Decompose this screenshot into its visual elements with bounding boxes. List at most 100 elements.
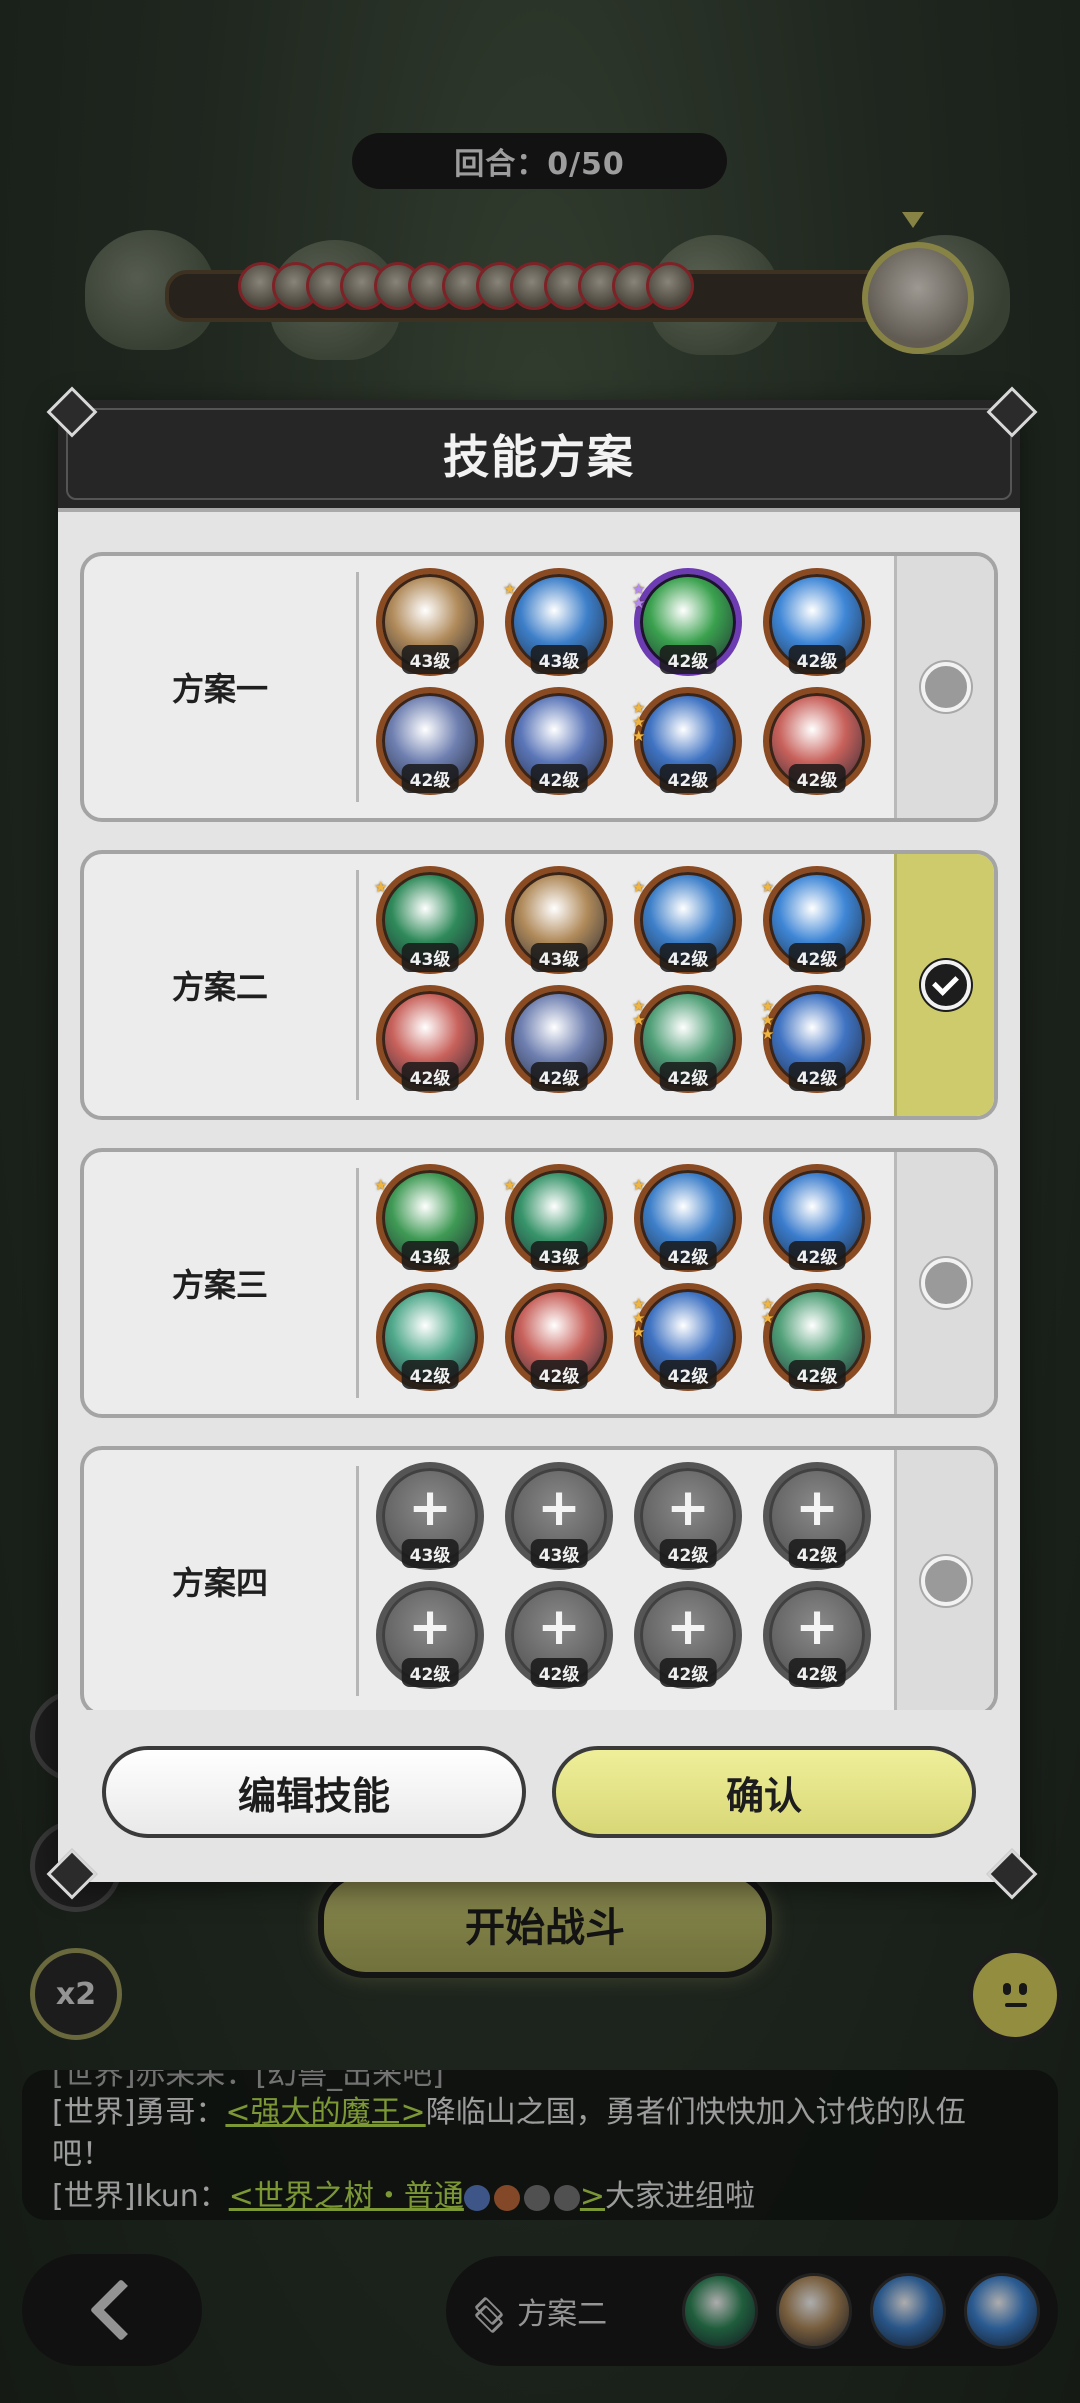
star-rank-icon: ★ ★ bbox=[632, 580, 646, 612]
skill-level-badge: 42级 bbox=[530, 1658, 588, 1687]
plan-divider bbox=[356, 1466, 359, 1696]
ice-burst-skill-icon[interactable]: ★ 43级 bbox=[503, 568, 613, 676]
skill-level-badge: 42级 bbox=[530, 1360, 588, 1389]
plan-name: 方案四 bbox=[171, 1564, 268, 1602]
stone-shield-skill-icon[interactable]: 43级 bbox=[505, 866, 613, 974]
star-rank-icon: ★ bbox=[761, 878, 775, 896]
plan-card[interactable]: 方案三 ★ 43级 ★ 43级 ★ 42级 42级 42级 42级 ★ ★ ★ 42级 ★ ★ 42级 bbox=[80, 1148, 998, 1418]
ice-crystal-skill-icon[interactable]: 42级 bbox=[505, 687, 613, 795]
blue-flame-skill-icon[interactable]: 42级 bbox=[763, 568, 871, 676]
skill-level-badge: 42级 bbox=[530, 1062, 588, 1091]
plan-skill-grid: +43级 +43级 +42级 +42级 +42级 +42级 +42级 +42级 bbox=[376, 1462, 896, 1708]
add-skill-icon[interactable]: +42级 bbox=[376, 1581, 484, 1689]
skill-level-badge: 43级 bbox=[530, 1241, 588, 1270]
frost-claw-skill-icon[interactable]: ★ ★ ★ 42级 bbox=[632, 1283, 742, 1391]
skill-level-badge: 43级 bbox=[530, 1539, 588, 1568]
skill-level-badge: 43级 bbox=[401, 645, 459, 674]
add-skill-icon[interactable]: +42级 bbox=[634, 1462, 742, 1570]
plan-select-toggle[interactable] bbox=[894, 1152, 994, 1414]
plan-select-toggle[interactable] bbox=[894, 854, 994, 1116]
stone-shield-skill-icon[interactable]: 43级 bbox=[376, 568, 484, 676]
star-rank-icon: ★ ★ ★ bbox=[632, 1295, 646, 1341]
frost-claw-skill-icon[interactable]: ★ ★ ★ 42级 bbox=[761, 985, 871, 1093]
plan-list[interactable]: 方案一 43级 ★ 43级 ★ ★ 42级 42级 42级 42级 ★ ★ ★ 42级 42级 方案二 ★ 43级… bbox=[58, 540, 1020, 1710]
skill-level-badge: 42级 bbox=[659, 1539, 717, 1568]
plan-card[interactable]: 方案一 43级 ★ 43级 ★ ★ 42级 42级 42级 42级 ★ ★ ★ 42级 42级 bbox=[80, 552, 998, 822]
star-rank-icon: ★ ★ bbox=[761, 1295, 775, 1327]
ice-burst-skill-icon[interactable]: ★ 42级 bbox=[632, 866, 742, 974]
ice-burst-skill-icon[interactable]: ★ 42级 bbox=[632, 1164, 742, 1272]
skill-level-badge: 43级 bbox=[530, 943, 588, 972]
skill-level-badge: 42级 bbox=[659, 1241, 717, 1270]
skill-level-badge: 42级 bbox=[788, 1062, 846, 1091]
spirit-orb-skill-icon[interactable]: 42级 bbox=[505, 985, 613, 1093]
recycle-leaf-skill-icon[interactable]: 42级 bbox=[376, 1283, 484, 1391]
skill-level-badge: 42级 bbox=[659, 1360, 717, 1389]
ice-shard-skill-icon[interactable]: 42级 bbox=[763, 1164, 871, 1272]
plan-select-toggle[interactable] bbox=[894, 556, 994, 818]
skill-level-badge: 43级 bbox=[530, 645, 588, 674]
confirm-button[interactable]: 确认 bbox=[552, 1746, 976, 1838]
green-wind-skill-icon[interactable]: ★ 43级 bbox=[374, 1164, 484, 1272]
skill-level-badge: 42级 bbox=[788, 1360, 846, 1389]
add-skill-icon[interactable]: +43级 bbox=[376, 1462, 484, 1570]
plan-card[interactable]: 方案二 ★ 43级 43级 ★ 42级 ★ 42级 42级 42级 ★ ★ 42级 ★ ★ ★ 42级 bbox=[80, 850, 998, 1120]
skill-level-badge: 43级 bbox=[401, 1241, 459, 1270]
edit-skills-button[interactable]: 编辑技能 bbox=[102, 1746, 526, 1838]
plus-icon: + bbox=[795, 1597, 839, 1658]
plan-skill-grid: ★ 43级 43级 ★ 42级 ★ 42级 42级 42级 ★ ★ 42级 ★ ★ ★ 42级 bbox=[374, 866, 896, 1112]
skill-level-badge: 42级 bbox=[659, 764, 717, 793]
star-rank-icon: ★ bbox=[632, 1176, 646, 1194]
heal-plus-skill-icon[interactable]: ★ ★ 42级 bbox=[632, 568, 742, 676]
skill-level-badge: 43级 bbox=[401, 943, 459, 972]
plus-icon: + bbox=[666, 1478, 710, 1539]
frost-claw-skill-icon[interactable]: ★ ★ ★ 42级 bbox=[632, 687, 742, 795]
skill-level-badge: 42级 bbox=[401, 764, 459, 793]
dialog-title: 技能方案 bbox=[66, 408, 1012, 500]
plan-select-toggle[interactable] bbox=[894, 1450, 994, 1710]
plan-skill-grid: ★ 43级 ★ 43级 ★ 42级 42级 42级 42级 ★ ★ ★ 42级 ★ ★ 42级 bbox=[374, 1164, 896, 1410]
add-skill-icon[interactable]: +43级 bbox=[505, 1462, 613, 1570]
skill-level-badge: 42级 bbox=[788, 1241, 846, 1270]
star-rank-icon: ★ bbox=[503, 580, 517, 598]
add-skill-icon[interactable]: +42级 bbox=[763, 1462, 871, 1570]
add-skill-icon[interactable]: +42级 bbox=[505, 1581, 613, 1689]
skill-level-badge: 42级 bbox=[659, 1658, 717, 1687]
radio-icon bbox=[920, 1258, 971, 1308]
skill-level-badge: 42级 bbox=[659, 645, 717, 674]
dialog-header: 技能方案 bbox=[58, 400, 1020, 512]
leaf-slash-skill-icon[interactable]: ★ 43级 bbox=[503, 1164, 613, 1272]
skill-level-badge: 42级 bbox=[530, 764, 588, 793]
plan-skill-grid: 43级 ★ 43级 ★ ★ 42级 42级 42级 42级 ★ ★ ★ 42级 42级 bbox=[376, 568, 896, 814]
plan-name: 方案三 bbox=[171, 1266, 268, 1304]
add-skill-icon[interactable]: +42级 bbox=[763, 1581, 871, 1689]
skill-level-badge: 42级 bbox=[788, 764, 846, 793]
skill-level-badge: 43级 bbox=[401, 1539, 459, 1568]
fire-swirl-skill-icon[interactable]: 42级 bbox=[505, 1283, 613, 1391]
fire-swirl-skill-icon[interactable]: 42级 bbox=[376, 985, 484, 1093]
star-rank-icon: ★ bbox=[632, 878, 646, 896]
star-rank-icon: ★ ★ ★ bbox=[761, 997, 775, 1043]
dialog-footer: 编辑技能 确认 bbox=[58, 1710, 1020, 1882]
skill-level-badge: 42级 bbox=[788, 1658, 846, 1687]
add-skill-icon[interactable]: +42级 bbox=[634, 1581, 742, 1689]
fire-swirl-skill-icon[interactable]: 42级 bbox=[763, 687, 871, 795]
star-rank-icon: ★ ★ bbox=[632, 997, 646, 1029]
plan-card[interactable]: 方案四 +43级 +43级 +42级 +42级 +42级 +42级 +42级 +42级 bbox=[80, 1446, 998, 1710]
leaf-shield-skill-icon[interactable]: ★ ★ 42级 bbox=[761, 1283, 871, 1391]
skill-level-badge: 42级 bbox=[659, 1062, 717, 1091]
plus-icon: + bbox=[537, 1597, 581, 1658]
plus-icon: + bbox=[408, 1478, 452, 1539]
skill-level-badge: 42级 bbox=[401, 1062, 459, 1091]
leaf-shield-skill-icon[interactable]: ★ ★ 42级 bbox=[632, 985, 742, 1093]
star-rank-icon: ★ bbox=[503, 1176, 517, 1194]
skill-level-badge: 42级 bbox=[788, 645, 846, 674]
skill-level-badge: 42级 bbox=[788, 943, 846, 972]
thorn-vine-skill-icon[interactable]: ★ 43级 bbox=[374, 866, 484, 974]
star-rank-icon: ★ ★ ★ bbox=[632, 699, 646, 745]
plan-name: 方案一 bbox=[171, 670, 268, 708]
plus-icon: + bbox=[666, 1597, 710, 1658]
spirit-orb-skill-icon[interactable]: 42级 bbox=[376, 687, 484, 795]
blue-flame-skill-icon[interactable]: ★ 42级 bbox=[761, 866, 871, 974]
radio-icon bbox=[920, 1556, 971, 1606]
